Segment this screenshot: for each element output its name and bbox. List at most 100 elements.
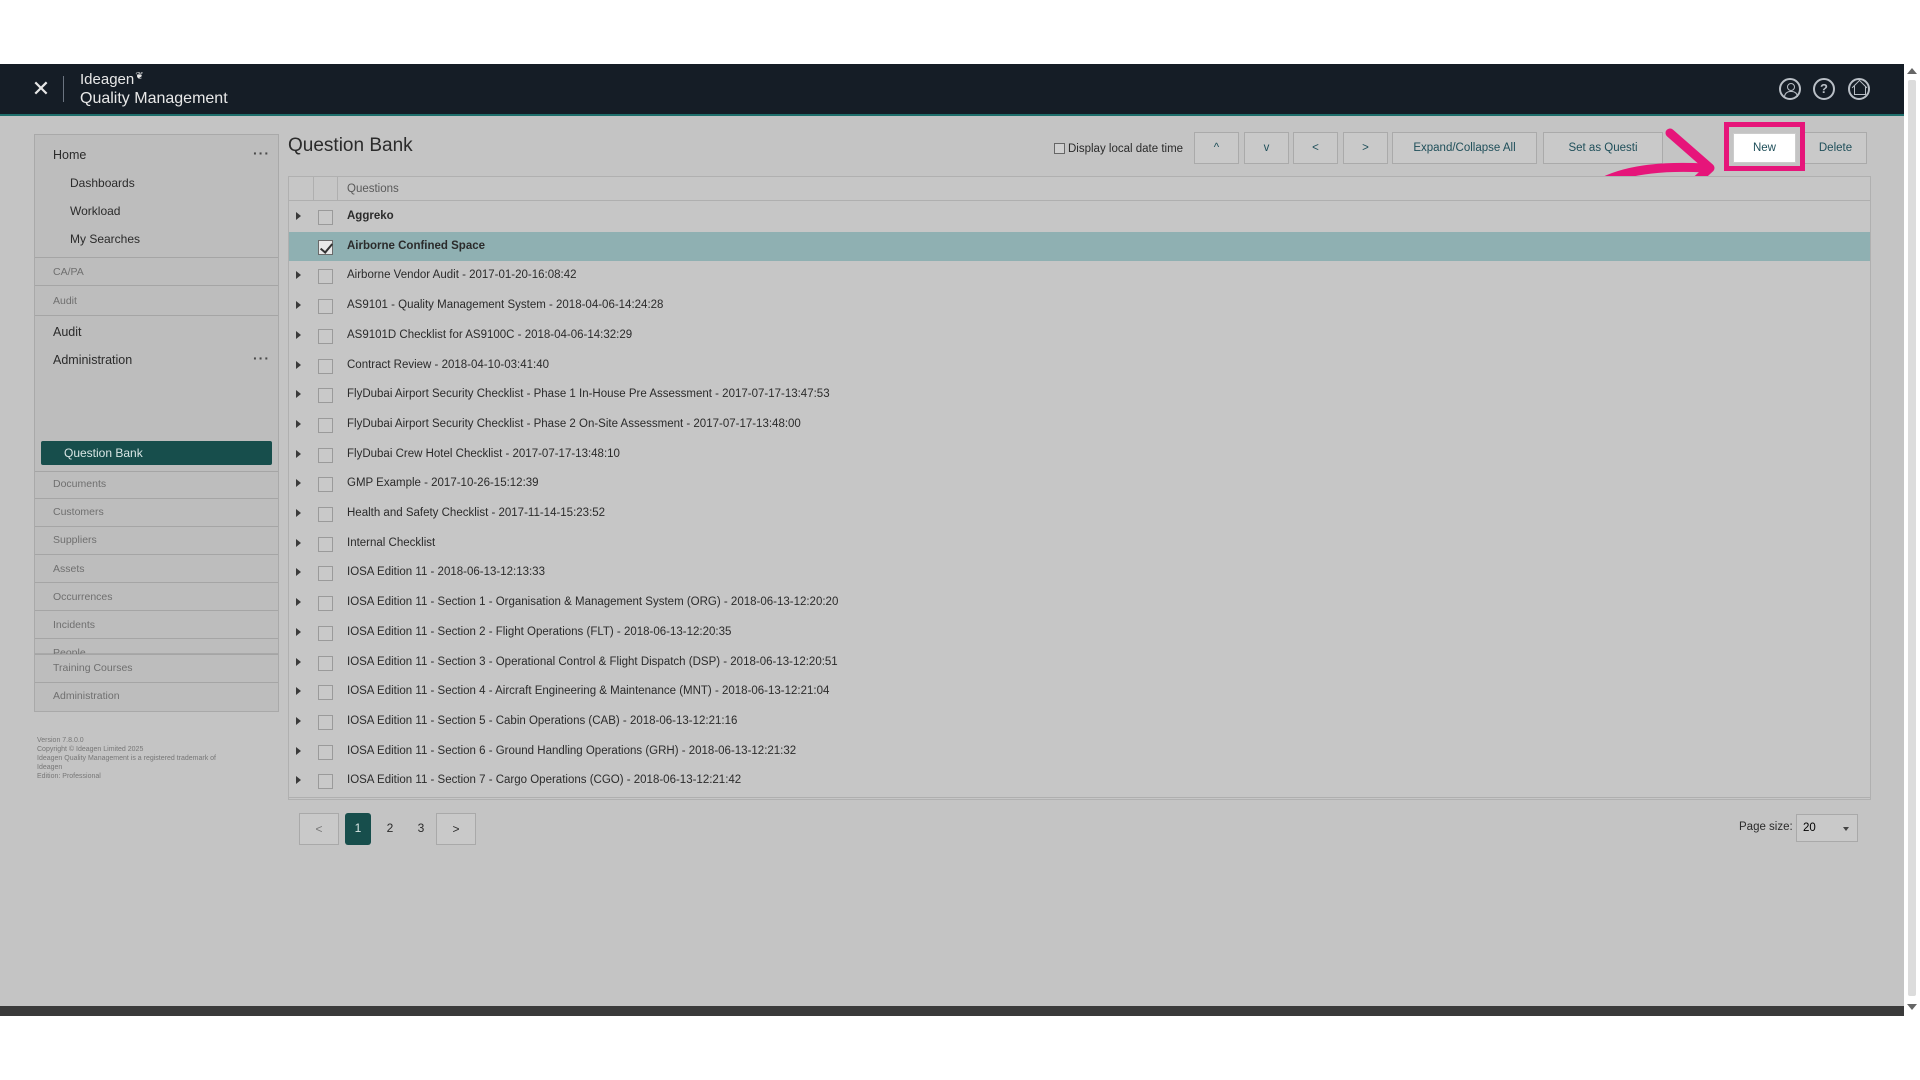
table-row[interactable]: Internal Checklist — [289, 529, 1870, 558]
row-checkbox[interactable] — [318, 536, 333, 552]
expand-caret-icon[interactable] — [296, 449, 301, 458]
row-checkbox[interactable] — [318, 358, 333, 374]
sidebar-item-documents[interactable]: Documents — [53, 478, 296, 490]
table-row[interactable]: IOSA Edition 11 - Section 5 - Cabin Oper… — [289, 707, 1870, 736]
scrollbar-thumb[interactable] — [1908, 80, 1916, 996]
table-row[interactable]: IOSA Edition 11 - Section 4 - Aircraft E… — [289, 677, 1870, 706]
page-button[interactable]: 2 — [377, 813, 403, 845]
table-row[interactable]: GMP Example - 2017-10-26-15:12:39 — [289, 469, 1870, 498]
page-button[interactable]: 3 — [408, 813, 434, 845]
scroll-up-icon[interactable] — [1907, 68, 1917, 74]
expand-caret-icon[interactable] — [296, 509, 301, 517]
expand-caret-icon[interactable] — [296, 271, 301, 280]
table-row[interactable]: FlyDubai Airport Security Checklist - Ph… — [289, 380, 1870, 409]
row-checkbox[interactable] — [318, 210, 333, 225]
table-row[interactable]: IOSA Edition 11 - 2018-06-13-12:13:33 — [289, 558, 1870, 587]
row-checkbox[interactable] — [318, 447, 333, 463]
sidebar-item-my-searches[interactable]: My Searches — [70, 232, 313, 246]
sidebar-item-suppliers[interactable]: Suppliers — [53, 534, 296, 546]
expand-caret-icon[interactable] — [296, 212, 301, 220]
table-row[interactable]: IOSA Edition 11 - Section 7 - Cargo Oper… — [289, 766, 1870, 795]
move-down-button[interactable]: v — [1244, 132, 1289, 164]
expand-caret-icon[interactable] — [296, 301, 301, 310]
sidebar-item-workload[interactable]: Workload — [70, 204, 313, 218]
page-size-select[interactable]: 20 — [1796, 814, 1858, 842]
table-row[interactable]: Contract Review - 2018-04-10-03:41:40 — [289, 351, 1870, 380]
indent-button[interactable]: > — [1343, 132, 1388, 164]
expand-caret-icon[interactable] — [296, 687, 301, 696]
row-checkbox[interactable] — [318, 655, 333, 671]
sidebar-item-training-courses[interactable]: Training Courses — [53, 662, 296, 674]
row-checkbox[interactable] — [318, 269, 333, 285]
expand-caret-icon[interactable] — [296, 390, 301, 399]
expand-caret-icon[interactable] — [296, 538, 301, 547]
expand-caret-icon[interactable] — [296, 776, 301, 785]
expand-collapse-all-button[interactable]: Expand/Collapse All — [1392, 132, 1537, 164]
expand-caret-icon[interactable] — [296, 598, 301, 607]
table-row[interactable]: IOSA Edition 11 - Section 6 - Ground Han… — [289, 737, 1870, 766]
expand-caret-icon[interactable] — [296, 716, 301, 725]
move-up-button[interactable]: ^ — [1194, 132, 1239, 164]
home-more-icon[interactable]: ··· — [253, 145, 270, 161]
row-checkbox[interactable] — [318, 299, 333, 315]
expand-caret-icon[interactable] — [296, 746, 301, 755]
row-checkbox[interactable] — [318, 625, 333, 641]
table-row[interactable]: Aggreko — [289, 202, 1870, 231]
display-local-date-time-toggle[interactable]: Display local date time — [1054, 143, 1183, 155]
row-checkbox[interactable] — [318, 388, 333, 404]
row-checkbox[interactable] — [318, 714, 333, 730]
sidebar-item-capa[interactable]: CA/PA — [53, 266, 296, 278]
row-checkbox[interactable] — [318, 774, 333, 790]
row-checkbox[interactable] — [318, 744, 333, 760]
table-row[interactable]: Airborne Confined Space — [289, 231, 1870, 261]
row-checkbox[interactable] — [318, 507, 333, 522]
sidebar-item-question-bank[interactable]: Question Bank — [41, 441, 272, 465]
home-icon[interactable] — [1848, 78, 1870, 100]
scroll-down-icon[interactable] — [1907, 1004, 1917, 1010]
table-row[interactable]: AS9101D Checklist for AS9100C - 2018-04-… — [289, 321, 1870, 350]
delete-button[interactable]: Delete — [1804, 132, 1867, 164]
close-icon[interactable]: ✕ — [30, 78, 52, 100]
questions-column-header[interactable]: Questions — [347, 183, 399, 195]
expand-caret-icon[interactable] — [296, 568, 301, 577]
administration-more-icon[interactable]: ··· — [253, 350, 270, 366]
table-row[interactable]: FlyDubai Airport Security Checklist - Ph… — [289, 410, 1870, 439]
sidebar-item-audit-module[interactable]: Audit — [53, 295, 296, 307]
outdent-button[interactable]: < — [1293, 132, 1338, 164]
sidebar-item-audit[interactable]: Audit — [53, 325, 296, 339]
expand-caret-icon[interactable] — [296, 657, 301, 666]
page-button-current[interactable]: 1 — [345, 813, 371, 845]
sidebar-item-administration-module[interactable]: Administration — [53, 690, 296, 702]
previous-page-button[interactable]: < — [299, 813, 339, 845]
table-row[interactable]: IOSA Edition 11 - Section 1 - Organisati… — [289, 588, 1870, 617]
next-page-button[interactable]: > — [436, 813, 476, 845]
expand-caret-icon[interactable] — [296, 330, 301, 339]
table-row[interactable]: Health and Safety Checklist - 2017-11-14… — [289, 499, 1870, 528]
row-checkbox[interactable] — [318, 417, 333, 433]
user-profile-icon[interactable] — [1779, 78, 1801, 100]
row-checkbox[interactable] — [318, 239, 333, 255]
table-row[interactable]: IOSA Edition 11 - Section 2 - Flight Ope… — [289, 618, 1870, 647]
expand-caret-icon[interactable] — [296, 627, 301, 636]
help-icon[interactable]: ? — [1813, 78, 1835, 100]
table-row[interactable]: IOSA Edition 11 - Section 3 - Operationa… — [289, 648, 1870, 677]
sidebar-item-incidents[interactable]: Incidents — [53, 619, 296, 631]
row-checkbox[interactable] — [318, 596, 333, 612]
table-row[interactable]: AS9101 - Quality Management System - 201… — [289, 291, 1870, 320]
expand-caret-icon[interactable] — [296, 479, 301, 488]
expand-caret-icon[interactable] — [296, 360, 301, 369]
row-checkbox[interactable] — [318, 328, 333, 344]
row-checkbox[interactable] — [318, 477, 333, 493]
sidebar-item-customers[interactable]: Customers — [53, 506, 296, 518]
sidebar-item-occurrences[interactable]: Occurrences — [53, 591, 296, 603]
row-checkbox[interactable] — [318, 685, 333, 701]
horizontal-scrollbar[interactable] — [0, 1006, 1904, 1016]
vertical-scrollbar[interactable] — [1904, 64, 1920, 1014]
sidebar-item-assets[interactable]: Assets — [53, 563, 296, 575]
display-local-date-time-checkbox[interactable] — [1054, 143, 1065, 154]
row-checkbox[interactable] — [318, 566, 333, 582]
sidebar-item-dashboards[interactable]: Dashboards — [70, 176, 313, 190]
table-row[interactable]: FlyDubai Crew Hotel Checklist - 2017-07-… — [289, 440, 1870, 469]
table-row[interactable]: Airborne Vendor Audit - 2017-01-20-16:08… — [289, 261, 1870, 290]
expand-caret-icon[interactable] — [296, 419, 301, 428]
